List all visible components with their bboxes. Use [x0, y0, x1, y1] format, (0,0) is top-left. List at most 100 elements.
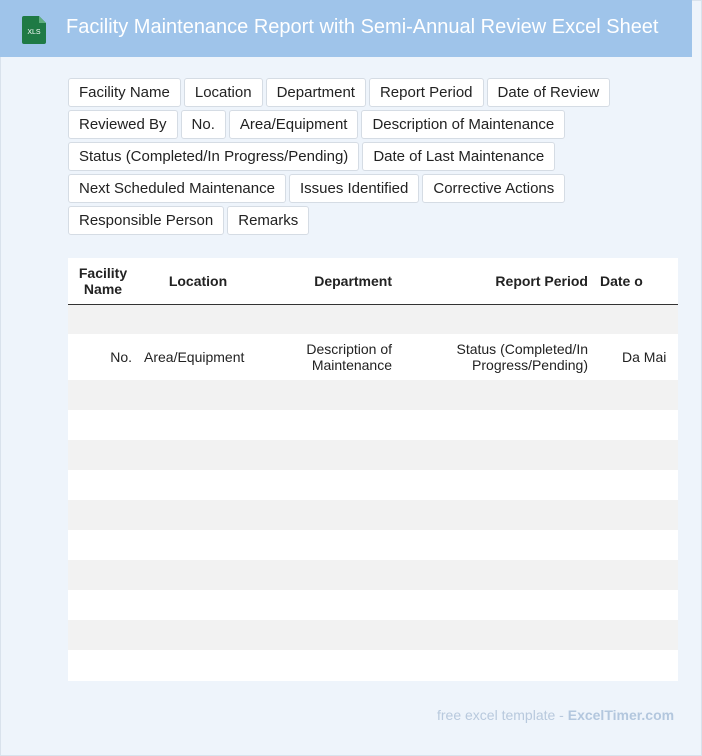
table-cell[interactable] [258, 470, 398, 500]
table-cell[interactable] [138, 620, 258, 650]
table-cell[interactable] [68, 380, 138, 410]
table-cell[interactable] [138, 530, 258, 560]
field-tag: Remarks [227, 206, 310, 235]
table-cell[interactable] [68, 560, 138, 590]
table-cell[interactable]: Description of Maintenance [258, 334, 398, 380]
table-cell[interactable] [138, 560, 258, 590]
field-tag: Issues Identified [288, 174, 420, 203]
table-cell[interactable] [398, 560, 594, 590]
table-row: 7 [68, 530, 678, 560]
table-cell[interactable] [138, 380, 258, 410]
field-tag: Responsible Person [68, 206, 225, 235]
table-cell[interactable] [398, 304, 594, 334]
table-row: 0 [68, 304, 678, 334]
table-cell[interactable] [398, 440, 594, 470]
table-cell[interactable] [138, 650, 258, 680]
table-cell[interactable] [138, 304, 258, 334]
column-header-date-of-review: Date o [594, 258, 678, 305]
table-cell[interactable] [398, 380, 594, 410]
footer-credit: free excel template - ExcelTimer.com [437, 707, 674, 723]
field-tag: Facility Name [68, 78, 181, 107]
table-row: 3 [68, 410, 678, 440]
table-cell[interactable] [138, 410, 258, 440]
table-cell[interactable] [68, 530, 138, 560]
table-cell[interactable] [258, 410, 398, 440]
table-cell[interactable]: No. [68, 334, 138, 380]
column-header-report-period: Report Period [398, 258, 594, 305]
table-cell[interactable] [258, 440, 398, 470]
table-cell[interactable] [258, 590, 398, 620]
field-tag: Description of Maintenance [361, 110, 566, 139]
table-row: 1No.Area/EquipmentDescription of Mainten… [68, 334, 678, 380]
column-header-location: Location [138, 258, 258, 305]
table-cell[interactable] [138, 470, 258, 500]
table-cell[interactable] [138, 440, 258, 470]
table-row: 1 [68, 650, 678, 680]
table-row: 9 [68, 590, 678, 620]
table-cell[interactable] [258, 380, 398, 410]
table-cell[interactable] [594, 470, 678, 500]
field-tag: Date of Last Maintenance [362, 142, 556, 171]
table-cell[interactable] [258, 304, 398, 334]
table-cell[interactable] [594, 560, 678, 590]
table-cell[interactable] [68, 590, 138, 620]
table-row: 6 [68, 500, 678, 530]
table-cell[interactable] [398, 410, 594, 440]
table-row: 8 [68, 560, 678, 590]
spreadsheet-preview[interactable]: Facility Name Location Department Report… [68, 258, 678, 681]
table-cell[interactable] [398, 500, 594, 530]
table-cell[interactable] [68, 650, 138, 680]
field-tag: Corrective Actions [422, 174, 566, 203]
table-cell[interactable] [594, 620, 678, 650]
field-tag: No. [180, 110, 226, 139]
table-cell[interactable] [594, 304, 678, 334]
table-cell[interactable] [594, 650, 678, 680]
field-tag: Date of Review [486, 78, 611, 107]
footer-brand-link[interactable]: ExcelTimer.com [568, 707, 674, 723]
table-cell[interactable] [258, 500, 398, 530]
table-cell[interactable] [594, 590, 678, 620]
svg-text:XLS: XLS [27, 29, 41, 36]
table-cell[interactable] [594, 530, 678, 560]
table-cell[interactable] [68, 620, 138, 650]
page-title: Facility Maintenance Report with Semi-An… [66, 16, 659, 38]
table-row: 2 [68, 380, 678, 410]
table-cell[interactable]: Area/Equipment [138, 334, 258, 380]
table-cell[interactable] [594, 380, 678, 410]
field-tag: Reviewed By [68, 110, 178, 139]
table-cell[interactable] [398, 590, 594, 620]
footer-prefix: free excel template - [437, 707, 564, 723]
field-tag-list: Facility Name Location Department Report Pe… [68, 78, 628, 235]
field-tag: Next Scheduled Maintenance [68, 174, 286, 203]
table-cell[interactable] [258, 620, 398, 650]
table-cell[interactable] [398, 470, 594, 500]
column-header-department: Department [258, 258, 398, 305]
table-row: 5 [68, 470, 678, 500]
table-header-row: Facility Name Location Department Report… [68, 258, 678, 305]
table-cell[interactable] [258, 650, 398, 680]
excel-file-icon: XLS [22, 16, 46, 44]
table-cell[interactable] [68, 304, 138, 334]
field-tag: Location [183, 78, 263, 107]
table-cell[interactable] [258, 530, 398, 560]
field-tag: Status (Completed/In Progress/Pending) [68, 142, 360, 171]
table-cell[interactable] [68, 500, 138, 530]
table-cell[interactable] [68, 440, 138, 470]
table-cell[interactable] [398, 650, 594, 680]
table-cell[interactable]: Status (Completed/In Progress/Pending) [398, 334, 594, 380]
table-cell[interactable] [138, 590, 258, 620]
table-cell[interactable] [398, 530, 594, 560]
table-cell[interactable] [594, 500, 678, 530]
table-cell[interactable] [398, 620, 594, 650]
table-cell[interactable] [258, 560, 398, 590]
table-cell[interactable] [68, 410, 138, 440]
table-cell[interactable] [138, 500, 258, 530]
header-bar: XLS Facility Maintenance Report with Sem… [0, 0, 692, 57]
table-row: 4 [68, 440, 678, 470]
table-cell[interactable] [594, 440, 678, 470]
table-cell[interactable] [594, 410, 678, 440]
field-tag: Department [265, 78, 366, 107]
table-cell[interactable]: Da Mai [594, 334, 678, 380]
field-tag: Area/Equipment [228, 110, 359, 139]
table-cell[interactable] [68, 470, 138, 500]
